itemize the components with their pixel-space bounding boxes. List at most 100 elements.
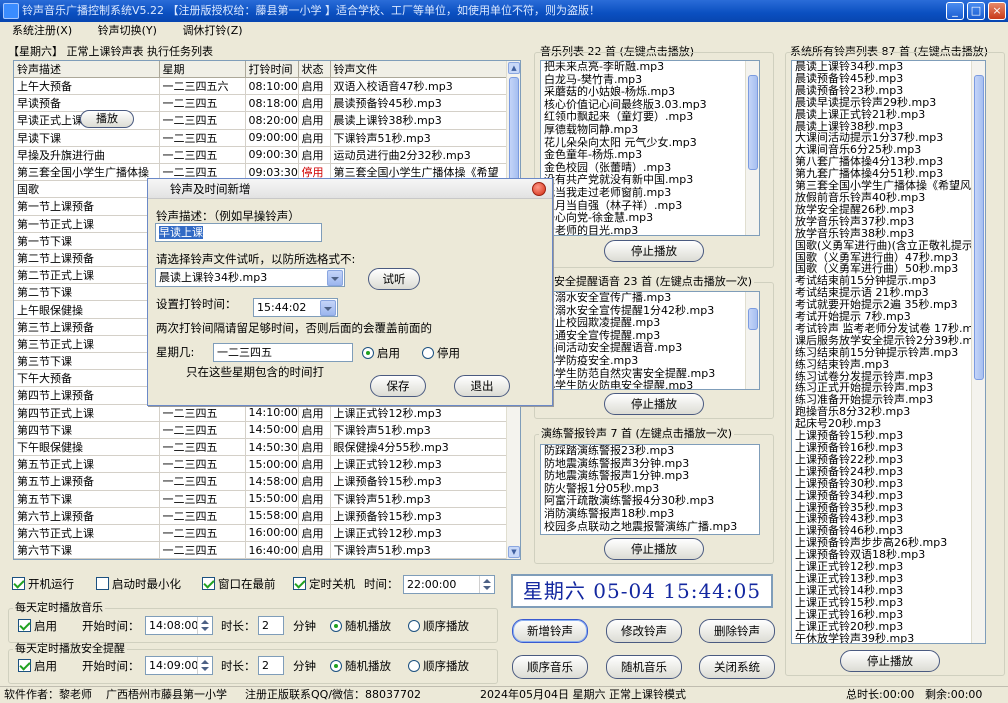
list-item[interactable]: 上课预备铃34秒.mp3: [795, 489, 985, 502]
table-row[interactable]: 第四节下课 一二三四五 14:50:00 启用 下课铃声51秒.mp3: [14, 421, 520, 439]
list-item[interactable]: 练习结束铃声.mp3: [795, 358, 985, 371]
minimize-button[interactable]: _: [946, 2, 964, 20]
time-select[interactable]: 15:44:02: [253, 298, 338, 317]
spinner-icon[interactable]: [197, 617, 212, 634]
daily-safety-random-radio[interactable]: 随机播放: [330, 659, 391, 673]
title-bar[interactable]: 铃声音乐广播控制系统V5.22 【注册版授权给：藤县第一小学 】适合学校、工厂等…: [0, 0, 1008, 22]
list-item[interactable]: 把未来点亮-李昕融.mp3: [544, 61, 759, 74]
list-item[interactable]: 金色童年-杨烁.mp3: [544, 149, 759, 162]
file-select[interactable]: 晨读上课铃34秒.mp3: [155, 268, 345, 287]
list-item[interactable]: 小学生防火防电安全提醒.mp3: [544, 380, 759, 389]
spinner-icon[interactable]: [479, 576, 494, 593]
list-item[interactable]: 晨读预备铃23秒.mp3: [795, 84, 985, 97]
shutdown-time-input[interactable]: 22:00:00: [403, 575, 495, 594]
list-item[interactable]: 上课正式铃20秒.mp3: [795, 620, 985, 633]
dialog-close-icon[interactable]: [532, 182, 546, 196]
list-item[interactable]: 课后服务放学安全提示铃2分39秒.mp3: [795, 334, 985, 347]
column-header[interactable]: 打铃时间: [245, 61, 299, 78]
menu-switch[interactable]: 铃声切换(Y): [86, 22, 167, 40]
system-list[interactable]: 晨读上课铃34秒.mp3 晨读预备铃45秒.mp3 晨读预备铃23秒.mp3 晨读早读…: [791, 60, 986, 644]
column-header[interactable]: 铃声文件: [330, 61, 520, 78]
close-system-button[interactable]: 关闭系统: [699, 655, 775, 679]
list-item[interactable]: 爱老师的目光.mp3: [544, 224, 759, 235]
edit-ring-button[interactable]: 修改铃声: [606, 619, 682, 643]
start-minimized-checkbox[interactable]: 启动时最小化: [96, 577, 181, 591]
dialog-title[interactable]: 铃声及时间新增: [148, 179, 552, 199]
table-row[interactable]: 第五节下课 一二三四五 15:50:00 启用 下课铃声51秒.mp3: [14, 490, 520, 508]
daily-safety-enable[interactable]: 启用: [18, 659, 57, 673]
list-item[interactable]: 晨读早读提示铃声29秒.mp3: [795, 96, 985, 109]
spinner-icon[interactable]: [197, 657, 212, 674]
daily-safety-start-input[interactable]: 14:09:00: [145, 656, 213, 675]
music-list[interactable]: 把未来点亮-李昕融.mp3 白龙马-樊竹青.mp3 采蘑菇的小姑娘-杨烁.mp3 核心…: [540, 60, 760, 236]
list-item[interactable]: 放学音乐铃声37秒.mp3: [795, 215, 985, 228]
list-item[interactable]: 采蘑菇的小姑娘-杨烁.mp3: [544, 86, 759, 99]
daily-safety-order-radio[interactable]: 顺序播放: [408, 659, 469, 673]
scroll-up-icon[interactable]: ▲: [508, 62, 520, 74]
add-ring-button[interactable]: 新增铃声: [512, 619, 588, 643]
list-item[interactable]: 上课预备铃24秒.mp3: [795, 465, 985, 478]
list-item[interactable]: 放学安全提醒26秒.mp3: [795, 203, 985, 216]
list-item[interactable]: 防溺水安全宣传广播.mp3: [544, 292, 759, 305]
daily-music-start-input[interactable]: 14:08:00: [145, 616, 213, 635]
drill-list[interactable]: 防踩踏演练警报23秒.mp3 防地震演练警报声3分钟.mp3 防地震演练警报声1分钟…: [540, 444, 760, 535]
table-row[interactable]: 第四节正式上课 一二三四五 14:10:00 启用 上课正式铃12秒.mp3: [14, 404, 520, 422]
list-item[interactable]: 上课预备铃30秒.mp3: [795, 477, 985, 490]
topmost-checkbox[interactable]: 窗口在最前: [202, 577, 276, 591]
add-ring-dialog[interactable]: 铃声及时间新增 铃声描述：（例如早操铃声） 早读上课 请选择铃声文件试听，以防所…: [147, 178, 553, 406]
list-item[interactable]: 校园多点联动之地震报警演练广播.mp3: [544, 520, 759, 534]
list-item[interactable]: 午休放学铃声39秒.mp3: [795, 632, 985, 643]
random-music-button[interactable]: 随机音乐: [606, 655, 682, 679]
disable-radio[interactable]: 停用: [422, 346, 460, 360]
list-item[interactable]: 国歌(义勇军进行曲)(含立正敬礼提示: [795, 239, 985, 252]
list-item[interactable]: 消防演练警报声18秒.mp3: [544, 507, 759, 521]
table-row[interactable]: 早读下课 一二三四五 09:00:00 启用 下课铃声51秒.mp3: [14, 129, 520, 147]
list-item[interactable]: 厚德载物同静.mp3: [544, 123, 759, 137]
table-row[interactable]: 第六节上课预备 一二三四五 15:58:00 启用 上课预备铃15秒.mp3: [14, 507, 520, 525]
shutdown-checkbox[interactable]: 定时关机: [293, 577, 355, 591]
list-item[interactable]: 防止校园欺凌提醒.mp3: [544, 317, 759, 330]
exit-button[interactable]: 退出: [454, 375, 510, 397]
list-item[interactable]: 上课正式铃14秒.mp3: [795, 584, 985, 597]
safety-stop-button[interactable]: 停止播放: [604, 393, 704, 415]
drill-stop-button[interactable]: 停止播放: [604, 538, 704, 560]
column-header[interactable]: 星期: [159, 61, 246, 78]
list-item[interactable]: 我当我走过老师窗前.mp3: [544, 186, 759, 200]
daily-music-random-radio[interactable]: 随机播放: [330, 619, 391, 633]
save-button[interactable]: 保存: [370, 375, 426, 397]
daily-safety-dur-input[interactable]: 2: [258, 656, 284, 675]
table-row[interactable]: 早操及升旗进行曲 一二三四五 09:00:30 启用 运动员进行曲2分32秒.mp3: [14, 146, 520, 164]
scroll-down-icon[interactable]: ▼: [508, 546, 520, 558]
daily-music-dur-input[interactable]: 2: [258, 616, 284, 635]
table-row[interactable]: 第六节正式上课 一二三四五 16:00:00 启用 上课正式铃12秒.mp3: [14, 524, 520, 543]
play-button[interactable]: 播放: [80, 110, 134, 128]
safety-list[interactable]: 防溺水安全宣传广播.mp3 防溺水安全宣传提醒1分42秒.mp3 防止校园欺凌提醒.…: [540, 291, 760, 390]
list-item[interactable]: 上课正式铃15秒.mp3: [795, 596, 985, 609]
column-header[interactable]: 状态: [298, 61, 331, 78]
daily-music-order-radio[interactable]: 顺序播放: [408, 619, 469, 633]
list-item[interactable]: 一心向党-徐金慧.mp3: [544, 212, 759, 225]
desc-input[interactable]: 早读上课: [155, 223, 322, 242]
maximize-button[interactable]: □: [967, 2, 985, 20]
auto-run-checkbox[interactable]: 开机运行: [12, 577, 74, 591]
dropdown-arrow-icon[interactable]: [320, 300, 336, 316]
column-header[interactable]: 铃声描述: [14, 61, 160, 78]
table-row[interactable]: 下午眼保健操 一二三四五 14:50:30 启用 眼保健操4分55秒.mp3: [14, 438, 520, 457]
list-item[interactable]: 小学防疫安全.mp3: [544, 354, 759, 368]
enable-radio[interactable]: 启用: [362, 346, 400, 360]
table-row[interactable]: 第五节上课预备 一二三四五 14:58:00 启用 上课预备铃15秒.mp3: [14, 472, 520, 491]
list-item[interactable]: 放学音乐铃声38秒.mp3: [795, 227, 985, 240]
list-item[interactable]: 晨读上课正式铃21秒.mp3: [795, 108, 985, 121]
table-row[interactable]: 上午大预备 一二三四五六 08:10:00 启用 双语入校语音47秒.mp3: [14, 77, 520, 96]
preview-button[interactable]: 试听: [368, 268, 420, 290]
list-item[interactable]: 练习结束前15分钟提示铃声.mp3: [795, 346, 985, 359]
order-music-button[interactable]: 顺序音乐: [512, 655, 588, 679]
list-item[interactable]: 防踩踏演练警报23秒.mp3: [544, 445, 759, 458]
menu-register[interactable]: 系统注册(X): [0, 22, 82, 40]
close-button[interactable]: ×: [988, 2, 1006, 20]
daily-music-enable[interactable]: 启用: [18, 619, 57, 633]
table-row[interactable]: 第五节正式上课 一二三四五 15:00:00 启用 上课正式铃12秒.mp3: [14, 455, 520, 474]
table-row[interactable]: 第六节下课 一二三四五 16:40:00 启用 下课铃声51秒.mp3: [14, 541, 520, 559]
list-item[interactable]: 防地震演练警报声1分钟.mp3: [544, 470, 759, 483]
weekday-input[interactable]: 一二三四五: [213, 343, 353, 362]
